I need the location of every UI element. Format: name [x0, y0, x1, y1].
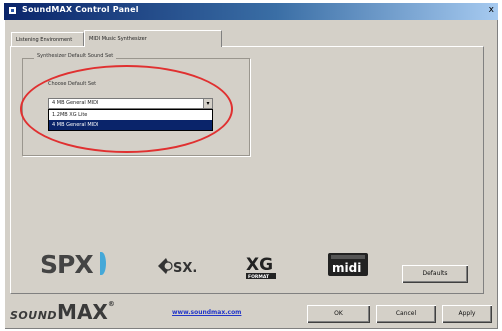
group-legend: Synthesizer Default Sound Set: [34, 53, 117, 59]
spx-logo: SPX: [40, 250, 94, 279]
option-general-midi[interactable]: 4 MB General MIDI: [49, 120, 212, 130]
window-title: SoundMAX Control Panel: [22, 5, 139, 14]
brand-max-text: MAX: [57, 300, 108, 324]
close-icon[interactable]: x: [489, 5, 494, 15]
sensaura-logo: SX.: [158, 258, 196, 276]
app-icon[interactable]: [8, 6, 17, 15]
apply-button[interactable]: Apply: [442, 305, 492, 323]
sx-logo-text: SX.: [173, 261, 196, 276]
midi-logo: midi: [328, 253, 368, 276]
choose-default-set-label: Choose Default Set: [48, 81, 97, 87]
xg-logo-subtext: FORMAT: [248, 274, 270, 280]
xg-format-logo: XG FORMAT: [246, 255, 276, 280]
soundmax-brand-logo: SOUNDMAX®: [10, 300, 115, 324]
select-value: 4 MB General MIDI: [52, 100, 99, 106]
option-xg-lite[interactable]: 1.2MB XG Lite: [49, 110, 212, 120]
brand-sound-text: SOUND: [10, 309, 58, 322]
default-set-select[interactable]: 4 MB General MIDI ▾: [48, 98, 213, 109]
tab-listening-environment[interactable]: Listening Environment: [11, 32, 84, 46]
defaults-button[interactable]: Defaults: [402, 265, 468, 283]
midi-logo-text: midi: [332, 261, 361, 275]
website-link[interactable]: www.soundmax.com: [172, 309, 241, 316]
tab-midi-music-synthesizer[interactable]: MIDI Music Synthesizer: [84, 30, 222, 47]
registered-mark: ®: [107, 300, 115, 308]
spx-wave-icon: [97, 252, 106, 275]
ok-button[interactable]: OK: [307, 305, 370, 323]
xg-logo-text: XG: [246, 255, 273, 275]
dropdown-list: 1.2MB XG Lite 4 MB General MIDI: [48, 109, 213, 131]
cancel-button[interactable]: Cancel: [376, 305, 436, 323]
title-bar[interactable]: SoundMAX Control Panel x: [4, 3, 498, 20]
chevron-down-icon[interactable]: ▾: [203, 99, 212, 108]
